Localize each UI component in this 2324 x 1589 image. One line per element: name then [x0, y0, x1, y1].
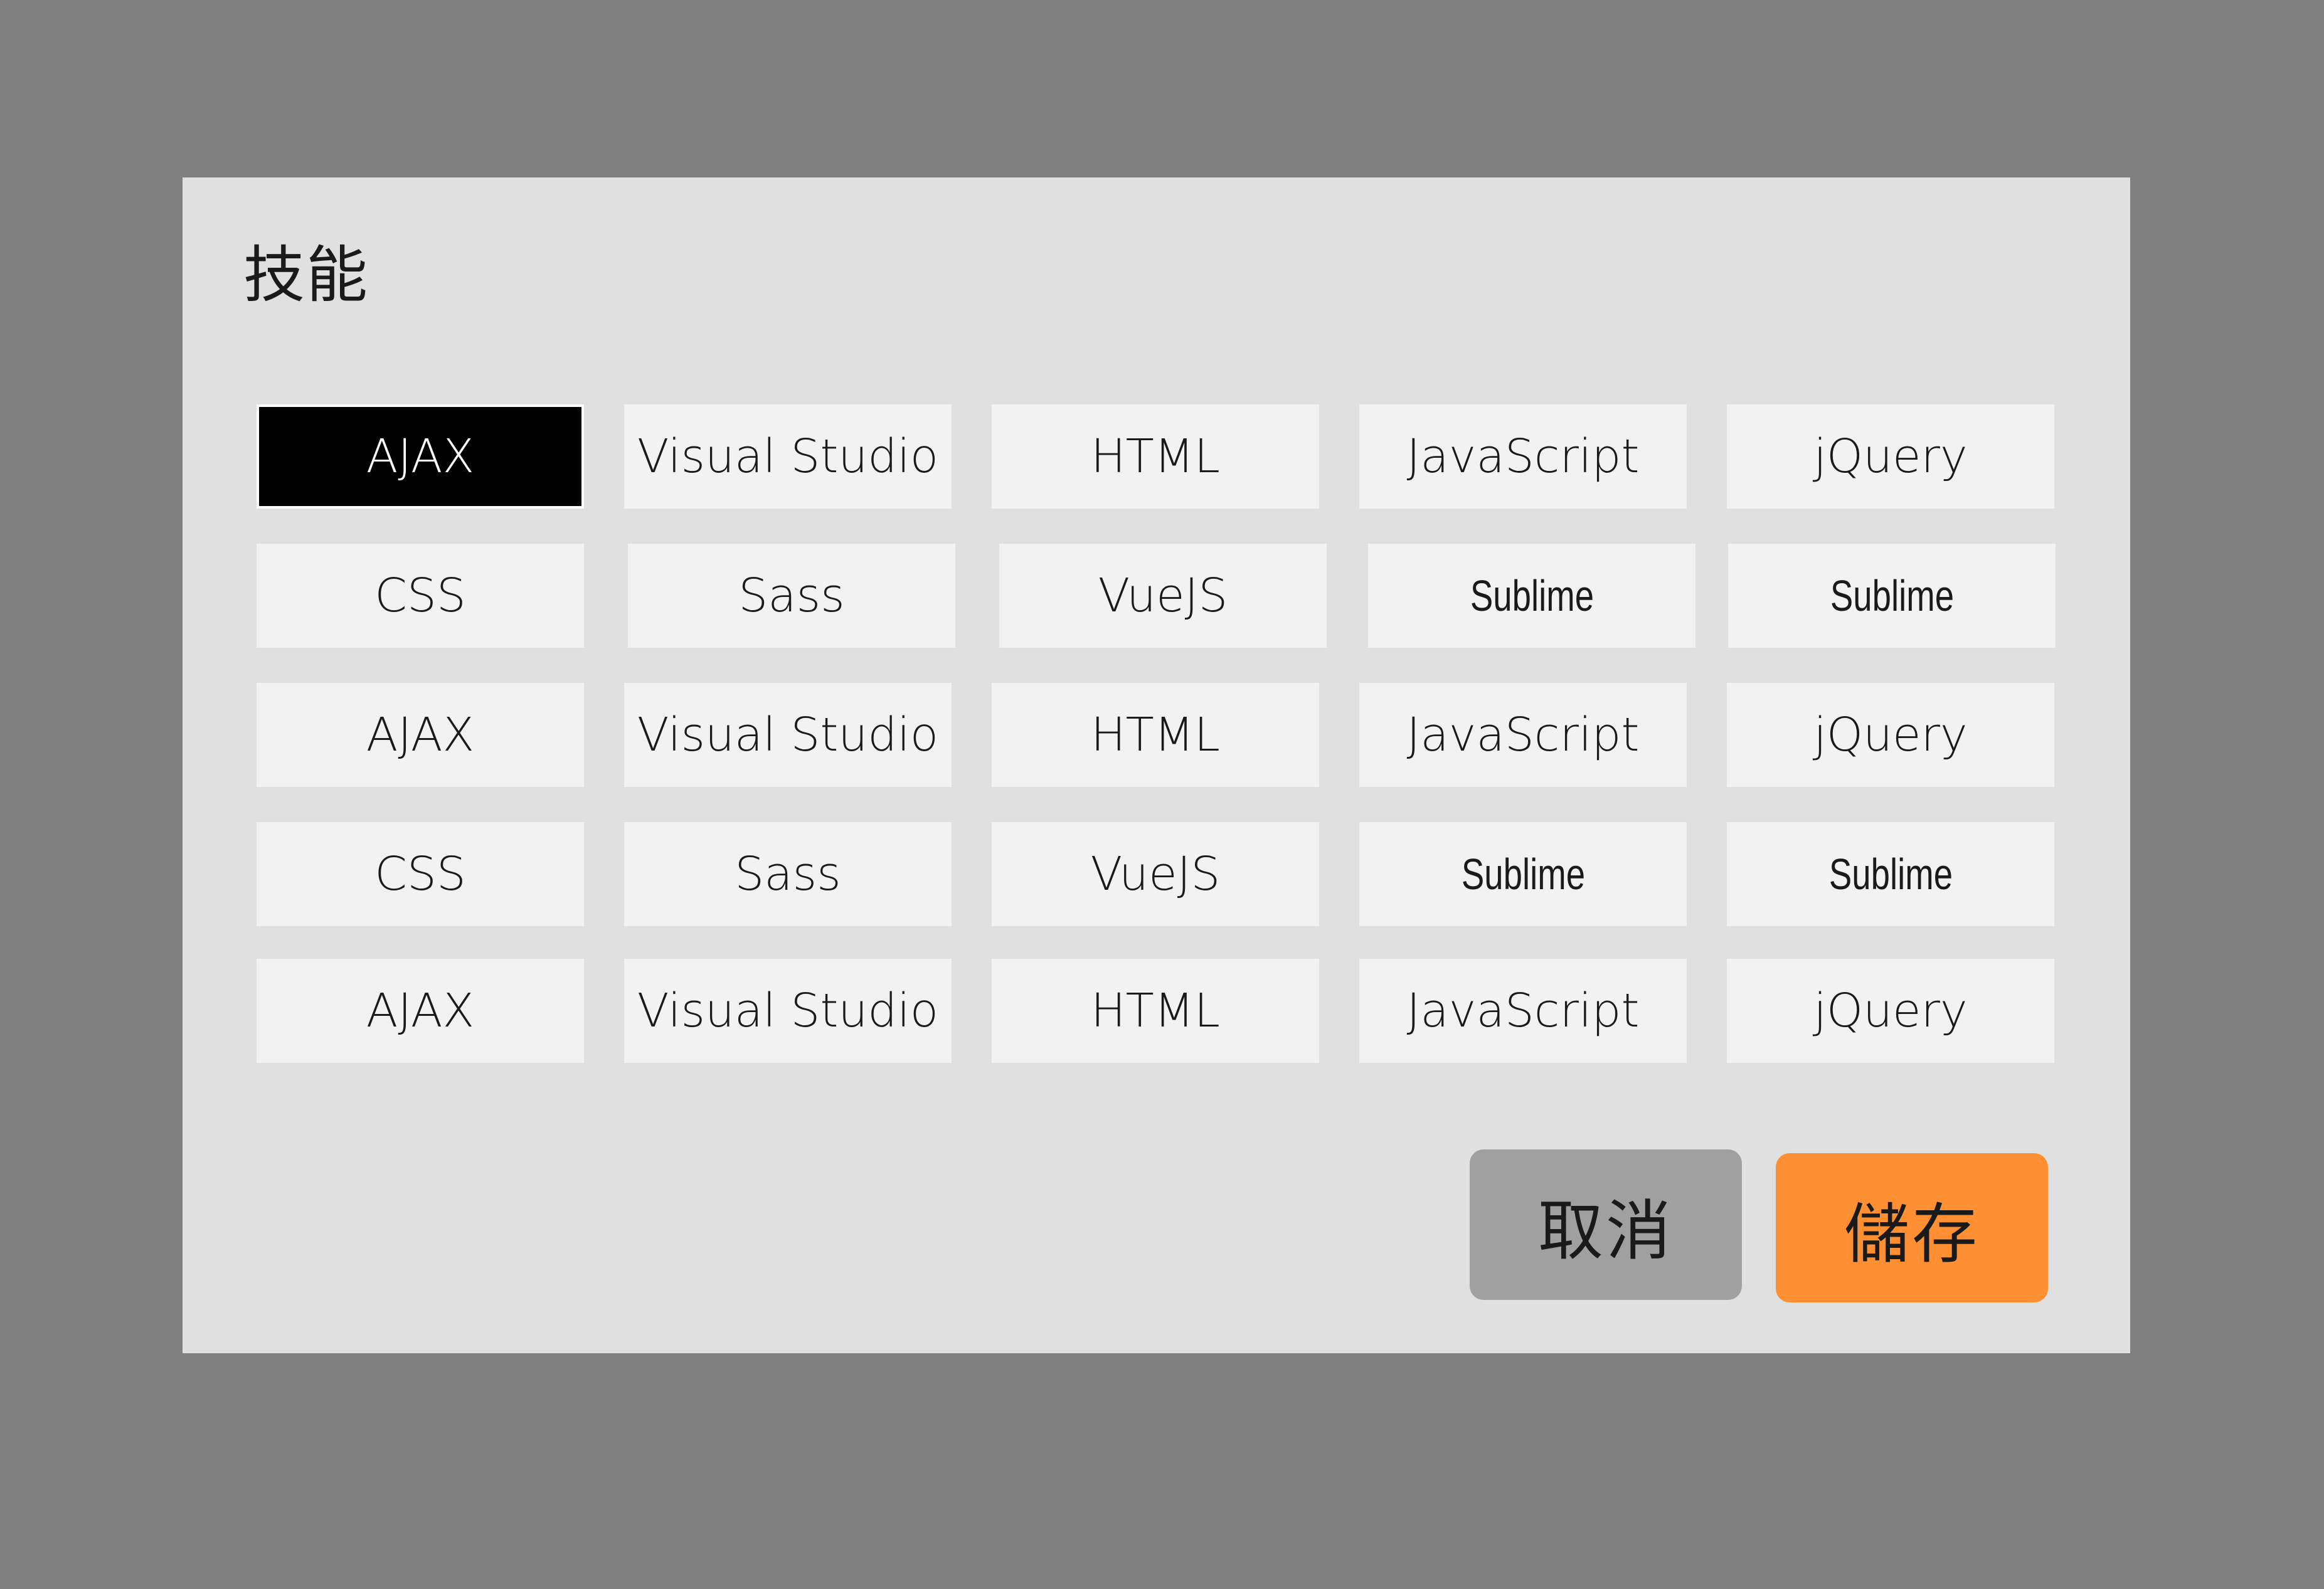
save-button[interactable]: 儲存	[1776, 1153, 2048, 1302]
skill-tag-ajax[interactable]: AJAX	[257, 404, 584, 509]
skill-tag-sublime[interactable]: Sublime	[1728, 544, 2056, 648]
skill-tag-css[interactable]: CSS	[257, 822, 584, 926]
skill-tag-vuejs[interactable]: VueJS	[992, 822, 1319, 926]
cancel-button[interactable]: 取消	[1470, 1149, 1742, 1300]
skill-tag-html[interactable]: HTML	[992, 683, 1319, 787]
dialog-title: 技能	[243, 240, 369, 311]
skill-tag-sublime[interactable]: Sublime	[1359, 822, 1687, 926]
skill-tag-jquery[interactable]: jQuery	[1727, 959, 2054, 1063]
skill-tag-vuejs[interactable]: VueJS	[999, 544, 1327, 648]
skill-tag-visual-studio[interactable]: Visual Studio	[624, 683, 952, 787]
skill-tag-jquery[interactable]: jQuery	[1727, 683, 2054, 787]
skill-tag-ajax[interactable]: AJAX	[257, 683, 584, 787]
skill-tag-javascript[interactable]: JavaScript	[1359, 959, 1687, 1063]
skill-tag-sublime[interactable]: Sublime	[1727, 822, 2054, 926]
skill-tag-javascript[interactable]: JavaScript	[1359, 404, 1687, 509]
skill-tag-sublime[interactable]: Sublime	[1368, 544, 1695, 648]
skill-tag-sass[interactable]: Sass	[624, 822, 952, 926]
skill-tag-javascript[interactable]: JavaScript	[1359, 683, 1687, 787]
skill-tag-visual-studio[interactable]: Visual Studio	[624, 959, 952, 1063]
skill-tag-html[interactable]: HTML	[992, 404, 1319, 509]
skill-tag-html[interactable]: HTML	[992, 959, 1319, 1063]
skill-tag-sass[interactable]: Sass	[628, 544, 955, 648]
skill-tag-visual-studio[interactable]: Visual Studio	[624, 404, 952, 509]
skill-tag-jquery[interactable]: jQuery	[1727, 404, 2054, 509]
skill-tag-ajax[interactable]: AJAX	[257, 959, 584, 1063]
skills-dialog: 技能 AJAX Visual Studio HTML JavaScript jQ…	[183, 177, 2130, 1353]
skill-tag-css[interactable]: CSS	[257, 544, 584, 648]
